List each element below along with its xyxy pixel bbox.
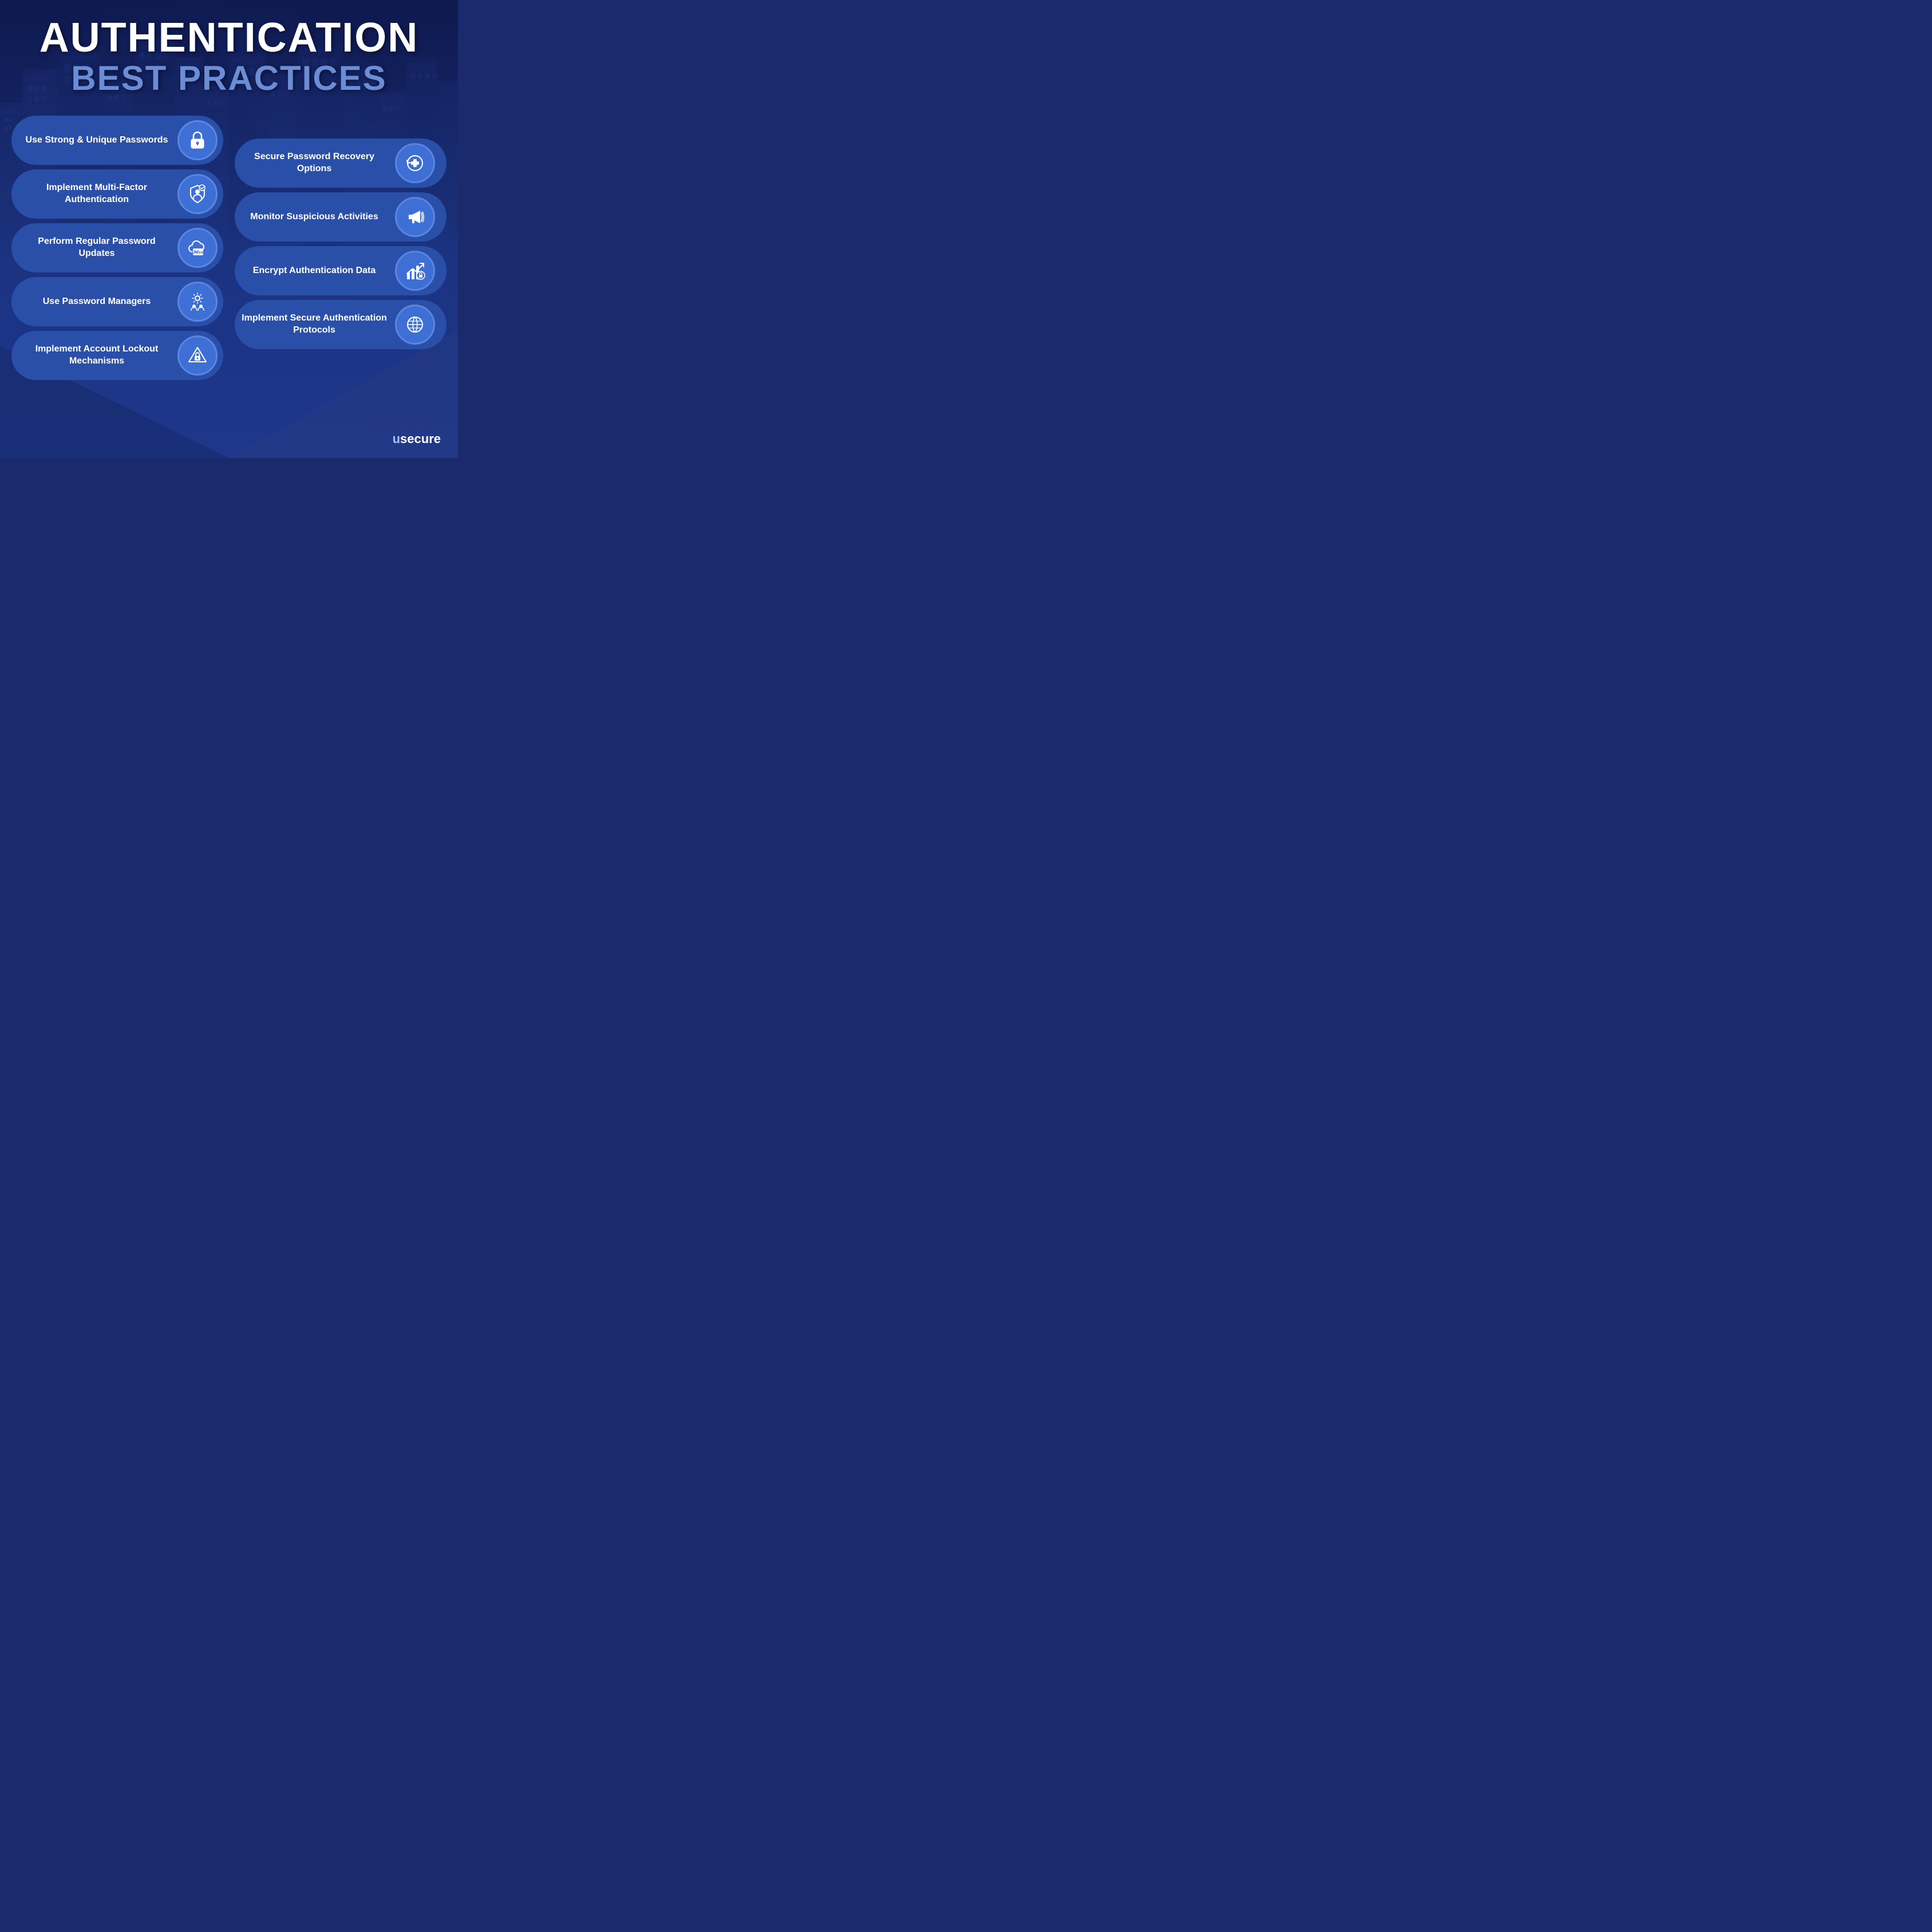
item-encrypt-data-label: Encrypt Authentication Data (240, 265, 388, 277)
content-area: Use Strong & Unique Passwords Implement … (0, 110, 458, 386)
globe-icon (404, 314, 426, 335)
item-password-updates-label: Perform Regular Password Updates (23, 236, 171, 260)
triangle-lock-icon (187, 345, 208, 366)
item-password-managers: Use Password Managers (11, 277, 223, 326)
cloud-update-icon: UPDATE (187, 237, 208, 259)
megaphone-icon (404, 206, 426, 228)
lock-icon (187, 129, 208, 151)
globe-icon-circle (395, 305, 435, 345)
item-strong-passwords-label: Use Strong & Unique Passwords (23, 135, 171, 147)
plus-circle-arrow-icon (404, 152, 426, 174)
chart-lock-icon-circle (395, 251, 435, 291)
item-secure-protocols: Implement Secure Authentication Protocol… (235, 300, 447, 349)
brand-prefix: u (393, 432, 400, 446)
item-strong-passwords: Use Strong & Unique Passwords (11, 116, 223, 165)
shield-person-icon-circle (177, 174, 218, 214)
brand-logo: usecure (393, 432, 441, 447)
svg-text:UPDATE: UPDATE (192, 251, 204, 255)
right-column: Secure Password Recovery Options Monitor… (229, 116, 447, 380)
gear-people-icon (187, 291, 208, 313)
item-encrypt-data: Encrypt Authentication Data (235, 246, 447, 295)
item-secure-protocols-label: Implement Secure Authentication Protocol… (240, 313, 388, 337)
item-password-updates: Perform Regular Password Updates UPDATE (11, 223, 223, 272)
item-password-recovery-label: Secure Password Recovery Options (240, 151, 388, 175)
item-mfa-label: Implement Multi-Factor Authentication (23, 182, 171, 206)
plus-circle-arrow-icon-circle (395, 143, 435, 183)
chart-lock-icon (404, 260, 426, 282)
title-line2: BEST PRACTICES (17, 61, 441, 96)
megaphone-icon-circle (395, 197, 435, 237)
item-password-managers-label: Use Password Managers (23, 296, 171, 308)
cloud-update-icon-circle: UPDATE (177, 228, 218, 268)
lock-icon-circle (177, 120, 218, 160)
header-section: AUTHENTICATION BEST PRACTICES (0, 0, 458, 104)
main-container: AUTHENTICATION BEST PRACTICES Use Strong… (0, 0, 458, 458)
left-column: Use Strong & Unique Passwords Implement … (11, 116, 229, 380)
item-password-recovery: Secure Password Recovery Options (235, 139, 447, 188)
gear-people-icon-circle (177, 282, 218, 322)
title-line1: AUTHENTICATION (17, 17, 441, 58)
shield-person-icon (187, 183, 208, 205)
item-account-lockout-label: Implement Account Lockout Mechanisms (23, 343, 171, 368)
item-mfa: Implement Multi-Factor Authentication (11, 169, 223, 219)
triangle-lock-icon-circle (177, 335, 218, 376)
brand-suffix: secure (400, 432, 441, 446)
item-account-lockout: Implement Account Lockout Mechanisms (11, 331, 223, 380)
item-monitor-suspicious: Monitor Suspicious Activities (235, 192, 447, 242)
item-monitor-suspicious-label: Monitor Suspicious Activities (240, 211, 388, 223)
